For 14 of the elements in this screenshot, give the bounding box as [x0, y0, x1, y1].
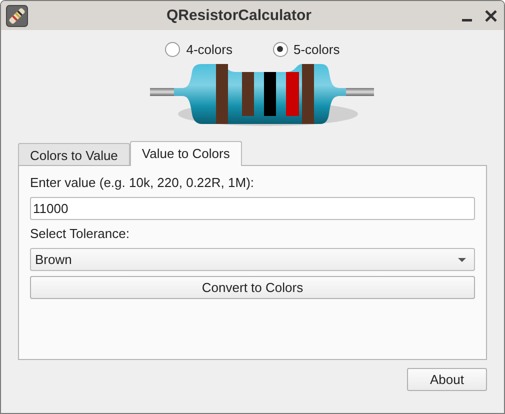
about-button[interactable]: About	[407, 368, 487, 391]
tab[interactable]: Value to Colors	[130, 141, 242, 166]
tab[interactable]: Colors to Value	[18, 143, 130, 165]
caret-icon	[457, 256, 467, 262]
radio-option[interactable]: 5-colors	[272, 42, 340, 56]
close-icon[interactable]	[484, 8, 498, 22]
app-icon	[6, 4, 28, 26]
radio-option[interactable]: 4-colors	[165, 42, 232, 56]
field-label: Enter value (e.g. 10k, 220, 0.22R, 1M):	[30, 174, 256, 192]
tolerance-dropdown[interactable]: Brown	[30, 248, 475, 271]
window-title: QResistorCalculator	[165, 7, 313, 24]
field-label: Select Tolerance:	[30, 225, 130, 243]
value-field[interactable]: 11000	[30, 197, 475, 220]
convert-button[interactable]: Convert to Colors	[30, 276, 475, 299]
